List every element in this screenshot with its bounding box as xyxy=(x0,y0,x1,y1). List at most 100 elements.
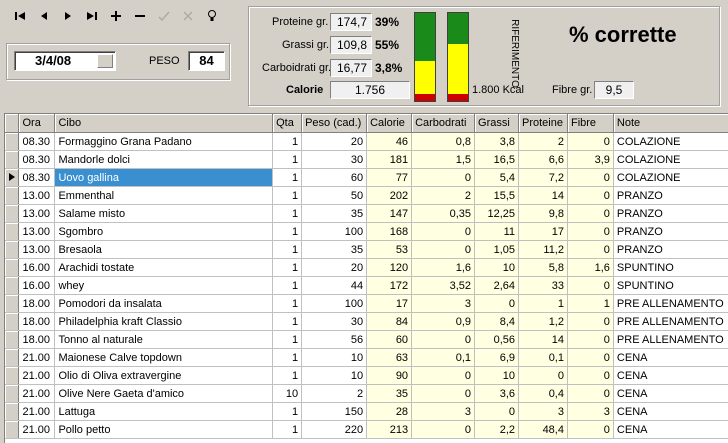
cell-ora[interactable]: 13.00 xyxy=(18,186,56,205)
cell-grassi[interactable]: 3,6 xyxy=(474,384,519,403)
cell-note[interactable]: PRE ALLENAMENTO xyxy=(613,312,728,331)
cell-proteine[interactable]: 6,6 xyxy=(518,150,568,169)
cell-grassi[interactable]: 10 xyxy=(474,258,519,277)
cell-calorie[interactable]: 28 xyxy=(366,402,413,421)
cell-proteine[interactable]: 33 xyxy=(518,276,568,295)
cell-qta[interactable]: 1 xyxy=(272,348,303,367)
cell-cibo[interactable]: Salame misto xyxy=(54,204,274,223)
cell-proteine[interactable]: 0,4 xyxy=(518,384,568,403)
cell-proteine[interactable]: 1,2 xyxy=(518,312,568,331)
cell-peso[interactable]: 100 xyxy=(301,294,368,313)
row-indicator[interactable] xyxy=(5,186,20,205)
cell-carboidrati[interactable]: 0,35 xyxy=(411,204,476,223)
cell-peso[interactable]: 220 xyxy=(301,420,368,439)
cell-ora[interactable]: 08.30 xyxy=(18,168,56,187)
cell-peso[interactable]: 35 xyxy=(301,204,368,223)
row-indicator[interactable] xyxy=(5,240,20,259)
cell-note[interactable]: PRANZO xyxy=(613,186,728,205)
column-header-calorie[interactable]: Calorie xyxy=(366,114,413,133)
cell-cibo[interactable]: Tonno al naturale xyxy=(54,330,274,349)
cell-note[interactable]: CENA xyxy=(613,402,728,421)
cell-grassi[interactable]: 3,8 xyxy=(474,132,519,151)
cell-calorie[interactable]: 53 xyxy=(366,240,413,259)
cell-note[interactable]: CENA xyxy=(613,348,728,367)
cell-note[interactable]: PRE ALLENAMENTO xyxy=(613,330,728,349)
cell-qta[interactable]: 1 xyxy=(272,222,303,241)
table-row[interactable]: 13.00 Salame misto 1 35 147 0,35 12,25 9,8 0 PRAN… xyxy=(5,204,728,223)
cell-carboidrati[interactable]: 0 xyxy=(411,222,476,241)
cell-calorie[interactable]: 181 xyxy=(366,150,413,169)
cell-calorie[interactable]: 213 xyxy=(366,420,413,439)
cell-grassi[interactable]: 10 xyxy=(474,366,519,385)
cell-grassi[interactable]: 11 xyxy=(474,222,519,241)
cell-carboidrati[interactable]: 0,8 xyxy=(411,132,476,151)
cell-proteine[interactable]: 48,4 xyxy=(518,420,568,439)
column-header-peso[interactable]: Peso (cad.) xyxy=(301,114,368,133)
cell-qta[interactable]: 1 xyxy=(272,168,303,187)
date-picker[interactable]: 3/4/08 xyxy=(14,51,116,71)
cell-ora[interactable]: 21.00 xyxy=(18,366,56,385)
delete-record-button[interactable] xyxy=(128,6,152,26)
cell-note[interactable]: PRANZO xyxy=(613,222,728,241)
table-row[interactable]: 21.00 Pollo petto 1 220 213 0 2,2 48,4 0 CENA xyxy=(5,420,728,439)
column-header-grassi[interactable]: Grassi xyxy=(474,114,519,133)
cell-qta[interactable]: 1 xyxy=(272,132,303,151)
cell-cibo[interactable]: Maionese Calve topdown xyxy=(54,348,274,367)
cell-carboidrati[interactable]: 3,52 xyxy=(411,276,476,295)
cell-grassi[interactable]: 15,5 xyxy=(474,186,519,205)
cell-fibre[interactable]: 3,9 xyxy=(567,150,614,169)
cell-peso[interactable]: 35 xyxy=(301,240,368,259)
row-indicator[interactable] xyxy=(5,150,20,169)
column-header-note[interactable]: Note xyxy=(613,114,728,133)
table-row[interactable]: 21.00 Olive Nere Gaeta d'amico 10 2 35 0 3,6 0,… xyxy=(5,384,728,403)
cell-qta[interactable]: 10 xyxy=(272,384,303,403)
cell-peso[interactable]: 20 xyxy=(301,258,368,277)
cell-calorie[interactable]: 46 xyxy=(366,132,413,151)
cell-fibre[interactable]: 0 xyxy=(567,168,614,187)
cell-calorie[interactable]: 77 xyxy=(366,168,413,187)
cell-calorie[interactable]: 35 xyxy=(366,384,413,403)
row-indicator[interactable] xyxy=(5,312,20,331)
column-header-proteine[interactable]: Proteine xyxy=(518,114,568,133)
cell-grassi[interactable]: 12,25 xyxy=(474,204,519,223)
column-header-fibre[interactable]: Fibre xyxy=(567,114,614,133)
cell-calorie[interactable]: 120 xyxy=(366,258,413,277)
cell-cibo[interactable]: Pomodori da insalata xyxy=(54,294,274,313)
cell-note[interactable]: COLAZIONE xyxy=(613,168,728,187)
cell-carboidrati[interactable]: 0 xyxy=(411,330,476,349)
cell-fibre[interactable]: 0 xyxy=(567,132,614,151)
row-indicator[interactable] xyxy=(5,384,20,403)
cell-ora[interactable]: 21.00 xyxy=(18,348,56,367)
cell-note[interactable]: CENA xyxy=(613,366,728,385)
cell-cibo[interactable]: Mandorle dolci xyxy=(54,150,274,169)
cell-fibre[interactable]: 0 xyxy=(567,222,614,241)
cell-cibo[interactable]: whey xyxy=(54,276,274,295)
cell-peso[interactable]: 50 xyxy=(301,186,368,205)
cell-fibre[interactable]: 0 xyxy=(567,276,614,295)
column-header-qta[interactable]: Qta xyxy=(272,114,303,133)
row-indicator[interactable] xyxy=(5,420,20,439)
table-row[interactable]: 08.30 Mandorle dolci 1 30 181 1,5 16,5 6,6 3,9 CO… xyxy=(5,150,728,169)
cell-grassi[interactable]: 0,56 xyxy=(474,330,519,349)
cell-grassi[interactable]: 1,05 xyxy=(474,240,519,259)
cell-calorie[interactable]: 90 xyxy=(366,366,413,385)
cell-ora[interactable]: 08.30 xyxy=(18,132,56,151)
cell-cibo[interactable]: Philadelphia kraft Classio xyxy=(54,312,274,331)
cell-ora[interactable]: 16.00 xyxy=(18,258,56,277)
cell-grassi[interactable]: 0 xyxy=(474,294,519,313)
row-indicator[interactable] xyxy=(5,276,20,295)
cell-proteine[interactable]: 1 xyxy=(518,294,568,313)
cell-carboidrati[interactable]: 0 xyxy=(411,168,476,187)
cell-fibre[interactable]: 0 xyxy=(567,366,614,385)
cell-fibre[interactable]: 0 xyxy=(567,330,614,349)
cell-cibo[interactable]: Olive Nere Gaeta d'amico xyxy=(54,384,274,403)
cell-peso[interactable]: 100 xyxy=(301,222,368,241)
cell-carboidrati[interactable]: 1,5 xyxy=(411,150,476,169)
column-header-cibo[interactable]: Cibo xyxy=(54,114,274,133)
cell-qta[interactable]: 1 xyxy=(272,420,303,439)
row-indicator[interactable] xyxy=(5,348,20,367)
cell-cibo[interactable]: Olio di Oliva extravergine xyxy=(54,366,274,385)
row-indicator[interactable] xyxy=(5,204,20,223)
cell-qta[interactable]: 1 xyxy=(272,330,303,349)
cell-ora[interactable]: 21.00 xyxy=(18,402,56,421)
